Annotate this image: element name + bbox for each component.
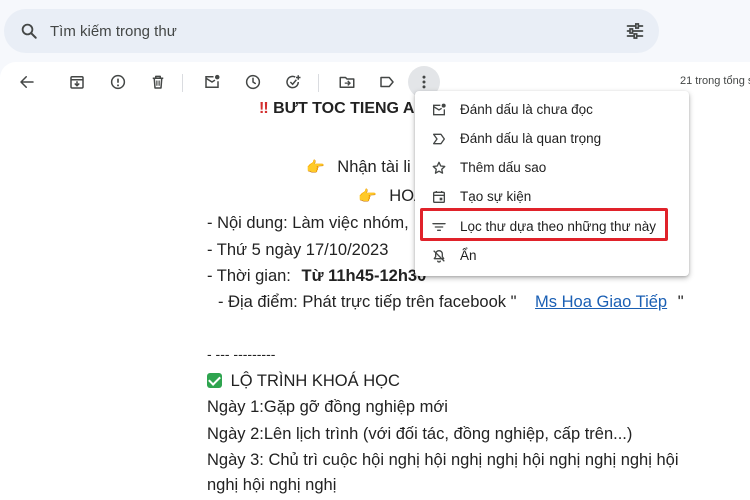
menu-item-label: Ẩn bbox=[460, 248, 477, 263]
search-options-icon[interactable] bbox=[625, 21, 645, 41]
menu-item-create-event[interactable]: Tạo sự kiện bbox=[415, 182, 689, 211]
divider-dashes: - --- --------- bbox=[207, 346, 276, 362]
time-value: Từ 11h45-12h30 bbox=[301, 267, 427, 285]
menu-item-mark-unread[interactable]: Đánh dấu là chưa đọc bbox=[415, 95, 689, 124]
search-input[interactable]: Tìm kiếm trong thư bbox=[50, 23, 625, 40]
day2-line: Ngày 2:Lên lịch trình (với đối tác, đồng… bbox=[207, 425, 633, 443]
star-icon bbox=[430, 159, 448, 177]
important-icon bbox=[430, 130, 448, 148]
day3-continued-line: nghị hội nghị nghị bbox=[207, 476, 337, 494]
content-line: - Nội dung: Làm việc nhóm, bbox=[207, 214, 409, 232]
menu-item-add-star[interactable]: Thêm dấu sao bbox=[415, 153, 689, 182]
menu-item-label: Tạo sự kiện bbox=[460, 189, 532, 204]
roadmap-line: LỘ TRÌNH KHOÁ HỌC bbox=[207, 371, 400, 391]
place-text: - Địa điểm: Phát trực tiếp trên facebook… bbox=[218, 293, 517, 311]
more-options-menu: Đánh dấu là chưa đọc Đánh dấu là quan tr… bbox=[415, 91, 689, 276]
place-end-quote: " bbox=[677, 293, 684, 311]
menu-item-label: Thêm dấu sao bbox=[460, 160, 547, 175]
mute-icon bbox=[430, 247, 448, 265]
check-mark-icon bbox=[207, 373, 222, 388]
search-bar[interactable]: Tìm kiếm trong thư bbox=[4, 9, 659, 53]
roadmap-text: LỘ TRÌNH KHOÁ HỌC bbox=[230, 372, 400, 390]
place-line: - Địa điểm: Phát trực tiếp trên facebook… bbox=[218, 293, 684, 312]
email-title-text: BƯT TOC TIENG A bbox=[273, 100, 415, 117]
email-title: ‼ BƯT TOC TIENG A bbox=[259, 100, 414, 118]
menu-item-filter-messages[interactable]: Lọc thư dựa theo những thư này bbox=[415, 212, 689, 241]
menu-item-label: Đánh dấu là chưa đọc bbox=[460, 102, 593, 117]
menu-item-label: Lọc thư dựa theo những thư này bbox=[460, 219, 657, 234]
menu-item-label: Đánh dấu là quan trọng bbox=[460, 131, 602, 146]
menu-item-mark-important[interactable]: Đánh dấu là quan trọng bbox=[415, 124, 689, 153]
date-line: - Thứ 5 ngày 17/10/2023 bbox=[207, 241, 389, 259]
receive-text: Nhận tài li bbox=[337, 158, 411, 176]
pointing-hand-icon: 👉 bbox=[306, 159, 325, 176]
receive-line: 👉 Nhận tài li bbox=[306, 158, 411, 177]
calendar-icon bbox=[430, 188, 448, 206]
exclamation-icon: ‼ bbox=[259, 100, 269, 117]
time-label: - Thời gian: bbox=[207, 267, 291, 285]
search-icon[interactable] bbox=[20, 22, 38, 40]
mark-unread-icon bbox=[430, 101, 448, 119]
filter-icon bbox=[430, 218, 448, 236]
menu-item-mute[interactable]: Ẩn bbox=[415, 241, 689, 270]
day3-line: Ngày 3: Chủ trì cuộc hội nghị hội nghị n… bbox=[207, 451, 679, 469]
place-link[interactable]: Ms Hoa Giao Tiếp bbox=[535, 293, 667, 311]
time-line: - Thời gian: Từ 11h45-12h30 bbox=[207, 267, 426, 286]
pointing-hand-icon: 👉 bbox=[358, 188, 377, 205]
day1-line: Ngày 1:Gặp gỡ đồng nghiệp mới bbox=[207, 398, 448, 416]
